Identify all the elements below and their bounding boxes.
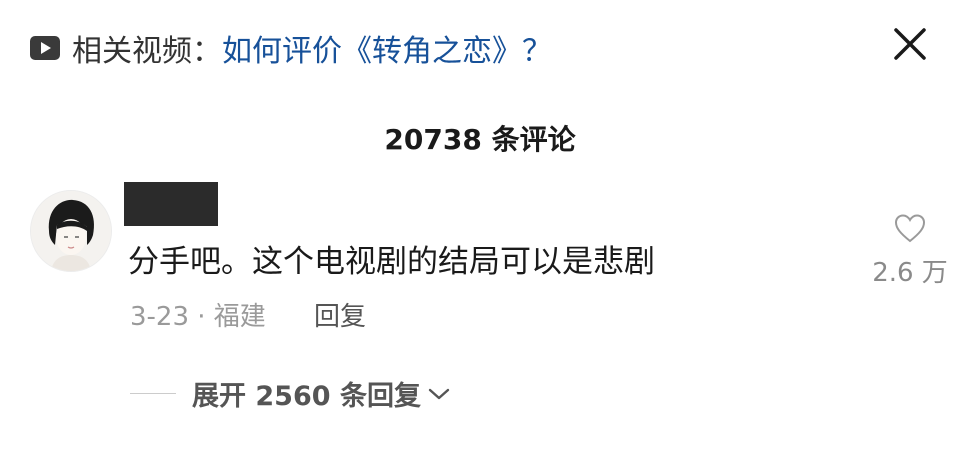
reply-button[interactable]: 回复: [314, 296, 366, 333]
expand-divider: [130, 393, 176, 394]
username-redacted: [124, 182, 218, 226]
like-button[interactable]: 2.6 万: [868, 212, 952, 289]
like-count: 2.6 万: [872, 258, 948, 288]
related-video-header: 相关视频： 如何评价《转角之恋》？: [28, 24, 552, 72]
related-video-label: 相关视频：: [72, 34, 222, 69]
video-play-icon: [30, 36, 60, 60]
avatar-illustration: [31, 191, 111, 271]
comment-text: 分手吧。这个电视剧的结局可以是悲剧: [128, 244, 655, 280]
avatar[interactable]: [30, 190, 112, 272]
comments-count: 20738 条评论: [384, 123, 576, 156]
expand-replies-label: 展开 2560 条回复: [192, 381, 421, 412]
expand-replies-button[interactable]: 展开 2560 条回复: [192, 374, 451, 413]
heart-icon: [894, 214, 926, 243]
related-video-link[interactable]: 如何评价《转角之恋》？: [222, 26, 552, 70]
comments-panel: 相关视频： 如何评价《转角之恋》？ 20738 条评论 分手吧。这个电视剧的结局…: [0, 0, 960, 453]
comment-date-location: 3-23 · 福建: [130, 302, 266, 332]
chevron-down-icon: [428, 388, 450, 399]
close-icon[interactable]: [890, 24, 930, 64]
